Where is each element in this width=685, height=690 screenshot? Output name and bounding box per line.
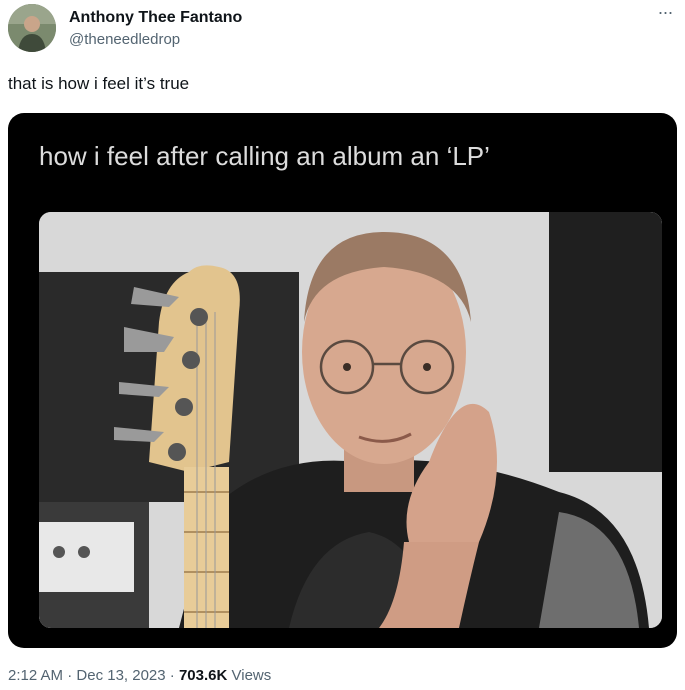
meme-caption: how i feel after calling an album an ‘LP… [39, 141, 490, 171]
author-display-name[interactable]: Anthony Thee Fantano [69, 8, 242, 28]
tweet-text: that is how i feel it’s true [8, 74, 190, 93]
tweet-time-link[interactable]: 2:12 AM · Dec 13, 2023 [8, 667, 166, 684]
avatar[interactable] [8, 4, 56, 52]
views-count: 703.6K [178, 667, 228, 684]
more-icon[interactable]: ··· [653, 3, 677, 28]
meta-separator: · [165, 667, 179, 684]
tweet-media[interactable]: how i feel after calling an album an ‘LP… [8, 113, 677, 648]
author-names: Anthony Thee Fantano @theneedledrop [69, 8, 242, 50]
tweet-date: Dec 13, 2023 [76, 667, 166, 684]
tweet-time: 2:12 AM [8, 667, 64, 684]
meta-separator: · [63, 667, 77, 684]
tweet-meta: 2:12 AM · Dec 13, 2023 · 703.6K Views [8, 666, 271, 686]
tweet-header: Anthony Thee Fantano @theneedledrop ··· [8, 3, 677, 54]
meme-photo-image [39, 212, 662, 628]
meme-photo [39, 212, 662, 628]
avatar-photo [8, 4, 56, 52]
views-label: Views [227, 667, 272, 684]
author-handle[interactable]: @theneedledrop [69, 30, 242, 50]
